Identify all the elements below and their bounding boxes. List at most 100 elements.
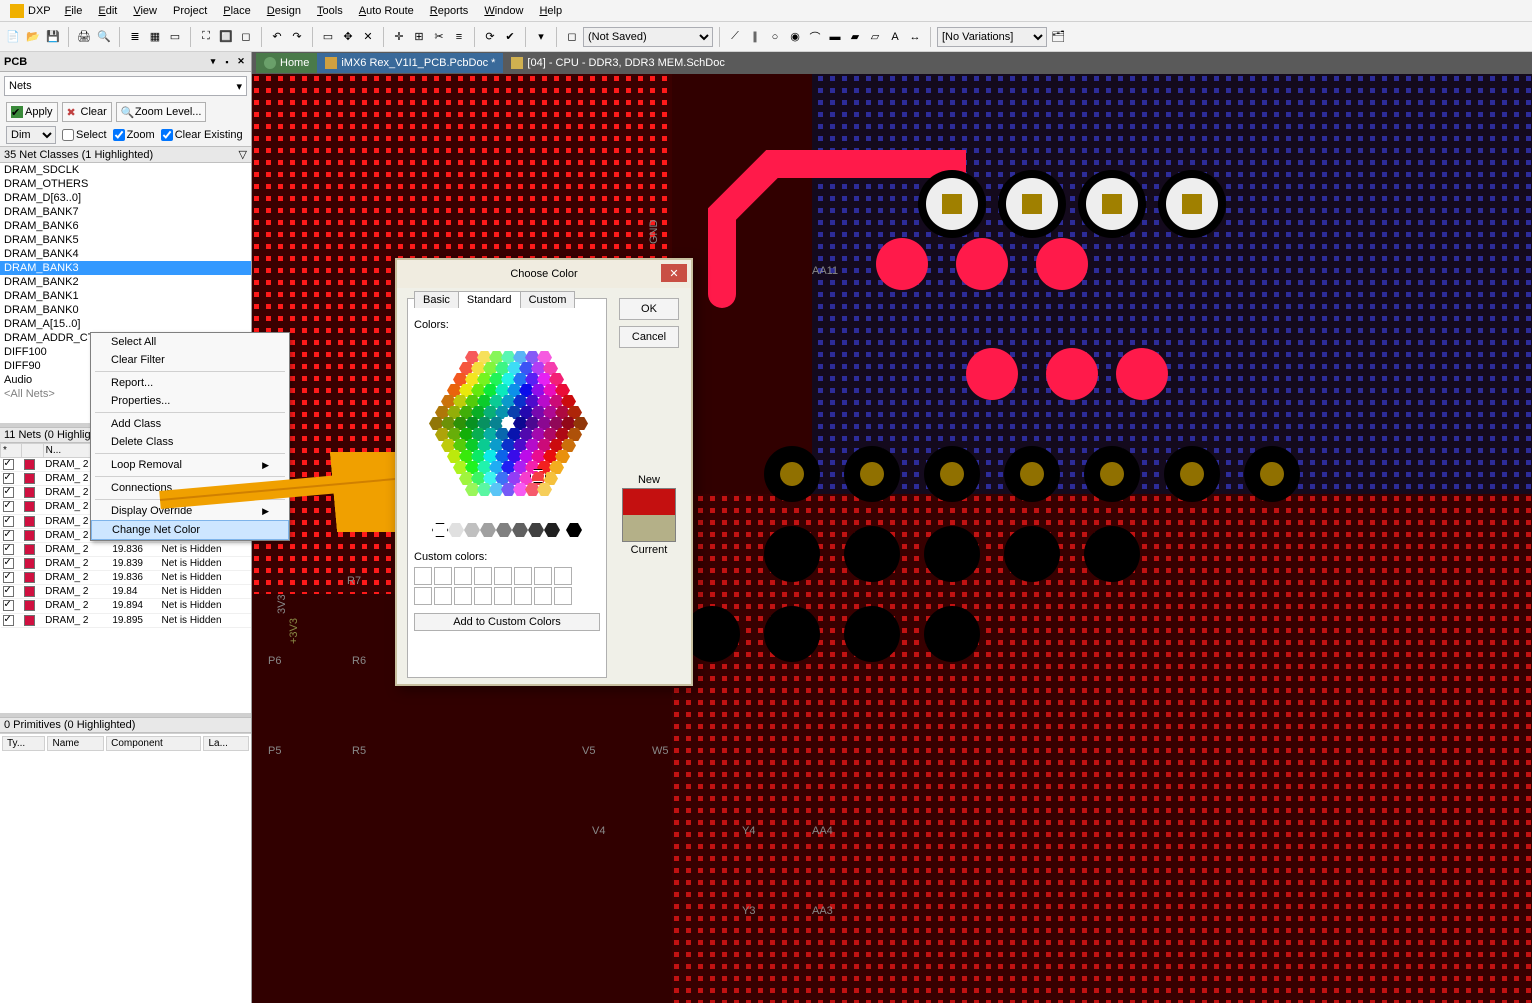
gray-cell[interactable] [464,523,480,537]
custom-slot[interactable] [534,587,552,605]
net-class-row[interactable]: DRAM_BANK0 [0,303,251,317]
zoom-fit-icon[interactable]: ⛶ [197,28,215,46]
pad-icon[interactable]: ◉ [786,28,804,46]
net-checkbox[interactable] [3,487,14,498]
net-class-row[interactable]: DRAM_BANK1 [0,289,251,303]
tab-standard[interactable]: Standard [458,291,521,308]
custom-slot[interactable] [474,567,492,585]
gray-cell[interactable] [528,523,544,537]
menu-place[interactable]: Place [215,5,259,17]
custom-colors-grid[interactable] [414,567,600,605]
deselect-icon[interactable]: ✕ [359,28,377,46]
align-icon[interactable]: ≡ [450,28,468,46]
net-row[interactable]: DRAM_ 219.84Net is Hidden [1,585,251,599]
net-checkbox[interactable] [3,544,14,555]
poly-icon[interactable]: ▰ [846,28,864,46]
net-checkbox[interactable] [3,459,14,470]
custom-slot[interactable] [434,587,452,605]
net-checkbox[interactable] [3,530,14,541]
menu-design[interactable]: Design [259,5,309,17]
custom-slot[interactable] [514,587,532,605]
move-icon[interactable]: ✥ [339,28,357,46]
net-class-row[interactable]: DRAM_BANK5 [0,233,251,247]
net-checkbox[interactable] [3,586,14,597]
color-hexagon[interactable] [422,351,592,511]
menu-reports[interactable]: Reports [422,5,477,17]
zoom-sel-icon[interactable]: ◻ [237,28,255,46]
net-class-row[interactable]: DRAM_BANK2 [0,275,251,289]
custom-slot[interactable] [514,567,532,585]
cancel-button[interactable]: Cancel [619,326,679,348]
tab-basic[interactable]: Basic [414,291,459,308]
net-class-row[interactable]: DRAM_BANK7 [0,205,251,219]
net-color-swatch[interactable] [24,572,35,583]
dialog-titlebar[interactable]: Choose Color ✕ [397,260,691,288]
context-item[interactable]: Properties... [91,392,289,410]
menu-help[interactable]: Help [531,5,570,17]
menu-autoroute[interactable]: Auto Route [351,5,422,17]
net-row[interactable]: DRAM_ 219.836Net is Hidden [1,542,251,556]
context-item[interactable]: Change Net Color [91,520,289,540]
preview-icon[interactable]: 🔍 [95,28,113,46]
net-color-swatch[interactable] [24,544,35,555]
ok-button[interactable]: OK [619,298,679,320]
clear-existing-checkbox[interactable]: Clear Existing [161,129,243,141]
net-row[interactable]: DRAM_ 219.895Net is Hidden [1,613,251,627]
custom-slot[interactable] [434,567,452,585]
choose-color-dialog[interactable]: Choose Color ✕ Basic Standard Custom Col… [395,258,693,686]
zoom-area-icon[interactable]: 🔲 [217,28,235,46]
primitives-table[interactable]: Ty... Name Component La... [0,733,251,1003]
net-color-swatch[interactable] [24,516,35,527]
refresh-icon[interactable]: ⟳ [481,28,499,46]
black-cell[interactable] [566,523,582,537]
cut-icon[interactable]: ✂ [430,28,448,46]
net-color-swatch[interactable] [24,558,35,569]
net-checkbox[interactable] [3,516,14,527]
context-item[interactable]: Clear Filter [91,351,289,369]
tab-pcbdoc[interactable]: iMX6 Rex_V1I1_PCB.PcbDoc * [317,53,503,73]
custom-slot[interactable] [534,567,552,585]
crosshair-icon[interactable]: ✛ [390,28,408,46]
col-chk[interactable]: * [1,444,22,458]
menu-view[interactable]: View [125,5,165,17]
custom-slot[interactable] [494,567,512,585]
via-icon[interactable]: ○ [766,28,784,46]
doc-status-dropdown[interactable]: (Not Saved) [583,27,713,47]
new-icon[interactable]: 📄 [4,28,22,46]
zoom-checkbox[interactable]: Zoom [113,129,155,141]
net-class-row[interactable]: DRAM_SDCLK [0,163,251,177]
net-class-row[interactable]: DRAM_OTHERS [0,177,251,191]
context-item[interactable]: Delete Class [91,433,289,451]
gray-cell[interactable] [480,523,496,537]
context-menu[interactable]: Select AllClear FilterReport...Propertie… [90,332,290,541]
net-checkbox[interactable] [3,558,14,569]
fill-icon[interactable]: ▬ [826,28,844,46]
net-checkbox[interactable] [3,473,14,484]
variations-dropdown[interactable]: [No Variations] [937,27,1047,47]
dim-dropdown[interactable]: Dim [6,126,56,144]
select-icon[interactable]: ▭ [319,28,337,46]
open-icon[interactable]: 📂 [24,28,42,46]
net-checkbox[interactable] [3,572,14,583]
menu-project[interactable]: Project [165,5,215,17]
net-row[interactable]: DRAM_ 219.839Net is Hidden [1,556,251,570]
layers-icon[interactable]: ≣ [126,28,144,46]
custom-slot[interactable] [414,587,432,605]
comp-icon[interactable]: ◻ [563,28,581,46]
add-custom-button[interactable]: Add to Custom Colors [414,613,600,631]
undo-icon[interactable]: ↶ [268,28,286,46]
net-color-swatch[interactable] [24,530,35,541]
custom-slot[interactable] [554,587,572,605]
net-class-row[interactable]: DRAM_BANK6 [0,219,251,233]
grayscale-row[interactable] [414,523,600,537]
string-icon[interactable]: A [886,28,904,46]
tab-home[interactable]: Home [256,53,317,73]
rules-icon[interactable]: ✔ [501,28,519,46]
context-item[interactable]: Loop Removal▶ [91,456,289,474]
net-color-swatch[interactable] [24,473,35,484]
arc-icon[interactable]: ⌒ [806,28,824,46]
net-checkbox[interactable] [3,615,14,626]
custom-slot[interactable] [474,587,492,605]
col-swatch[interactable] [22,444,43,458]
browse-icon[interactable]: ▾ [532,28,550,46]
